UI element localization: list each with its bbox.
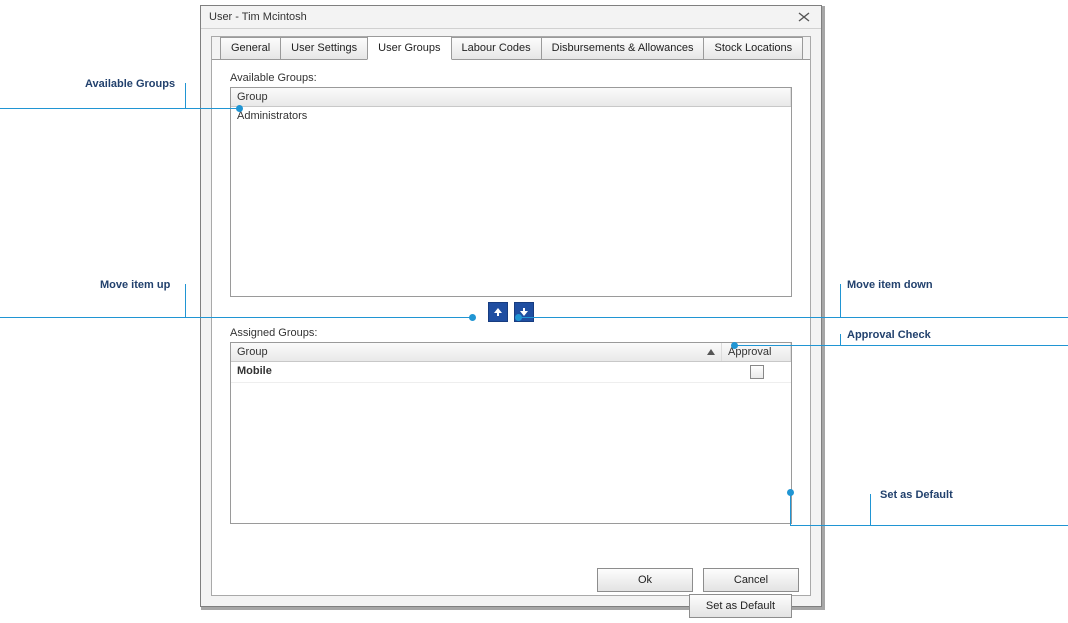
move-buttons	[230, 302, 792, 322]
tab-labour-codes[interactable]: Labour Codes	[451, 37, 542, 61]
assigned-row-group: Mobile	[231, 362, 723, 382]
sort-asc-icon	[707, 346, 715, 358]
available-groups-label: Available Groups:	[230, 72, 792, 84]
assigned-groups-table[interactable]: Group Approval Mobile	[230, 342, 792, 524]
assigned-groups-label: Assigned Groups:	[230, 327, 792, 339]
close-icon[interactable]	[795, 10, 813, 24]
tab-stock-locations[interactable]: Stock Locations	[703, 37, 803, 61]
callout-approval-check: Approval Check	[847, 329, 931, 341]
cancel-button[interactable]: Cancel	[703, 568, 799, 592]
callout-move-down: Move item down	[847, 279, 933, 291]
tab-user-settings[interactable]: User Settings	[280, 37, 368, 61]
available-groups-list[interactable]: Group Administrators	[230, 87, 792, 297]
title-bar: User - Tim Mcintosh	[201, 6, 821, 29]
user-dialog: User - Tim Mcintosh General User Setting…	[200, 5, 822, 607]
tab-strip: General User Settings User Groups Labour…	[220, 36, 802, 60]
tab-general[interactable]: General	[220, 37, 281, 61]
move-up-button[interactable]	[488, 302, 508, 322]
dialog-content: General User Settings User Groups Labour…	[211, 36, 811, 596]
ok-button[interactable]: Ok	[597, 568, 693, 592]
callout-move-up: Move item up	[100, 279, 170, 291]
tab-user-groups[interactable]: User Groups	[367, 36, 451, 60]
tab-panel-user-groups: Available Groups: Group Administrators	[212, 59, 810, 595]
list-item[interactable]: Administrators	[231, 107, 791, 125]
set-as-default-button[interactable]: Set as Default	[689, 594, 792, 618]
callout-available-groups: Available Groups	[85, 78, 175, 90]
assigned-column-group[interactable]: Group	[231, 343, 722, 361]
available-row-name: Administrators	[231, 107, 313, 125]
assigned-column-group-label: Group	[237, 346, 268, 358]
callout-set-default: Set as Default	[880, 489, 953, 501]
available-column-header[interactable]: Group	[231, 88, 791, 106]
table-row[interactable]: Mobile	[231, 362, 791, 383]
approval-checkbox[interactable]	[750, 365, 764, 379]
tab-disbursements[interactable]: Disbursements & Allowances	[541, 37, 705, 61]
window-title: User - Tim Mcintosh	[209, 6, 307, 28]
